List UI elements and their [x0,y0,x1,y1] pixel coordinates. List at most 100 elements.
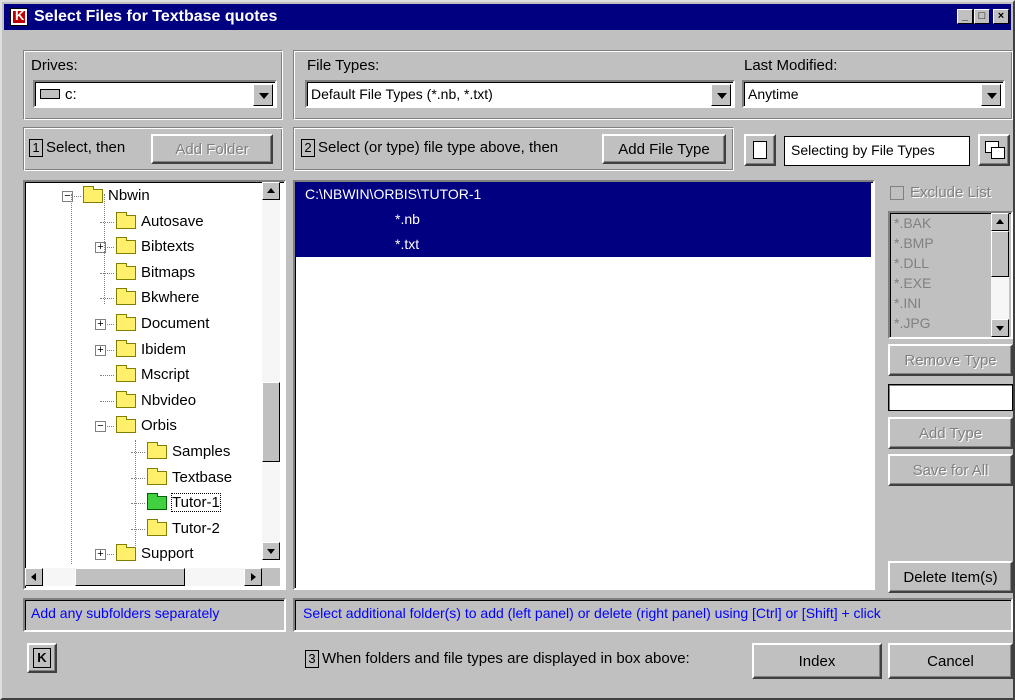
expand-icon[interactable]: + [95,549,106,561]
save-for-all-button[interactable]: Save for All [888,454,1013,486]
exclude-list-item[interactable]: *.BMP [894,235,934,251]
tree-item[interactable]: − Nbwin [25,184,261,208]
exclude-list-item[interactable]: *.JPG [894,315,931,331]
tree-scroll-down[interactable] [262,542,280,560]
tree-item[interactable]: + Support [25,542,261,566]
title-bar[interactable]: Select Files for Textbase quotes _ □ × [4,4,1011,30]
tree-item-label: Ibidem [141,340,187,358]
folder-icon [83,186,103,203]
selection-list[interactable]: C:\NBWIN\ORBIS\TUTOR-1 *.nb *.txt [293,180,875,590]
exclude-vscroll-thumb[interactable] [991,231,1009,277]
drive-icon [40,89,60,99]
add-type-button[interactable]: Add Type [888,417,1013,449]
tree-item-label: Nbwin [108,187,150,204]
exclude-list-checkbox[interactable]: Exclude List [888,184,1013,206]
folder-tree[interactable]: − Nbwin Autosave + Bibtexts Bitmaps Bkwhere + Do… [23,180,286,590]
folder-icon [116,390,136,408]
tree-item[interactable]: Bitmaps [25,261,261,285]
tree-item-label: Document [141,315,210,332]
new-selection-button[interactable] [744,134,776,166]
minimize-button[interactable]: _ [957,9,973,24]
index-button[interactable]: Index [752,643,882,679]
add-file-type-button[interactable]: Add File Type [602,134,726,164]
tree-vscroll-track[interactable] [262,200,280,542]
tree-scroll-right[interactable] [244,568,262,586]
app-k-icon: K [33,648,51,668]
tree-item[interactable]: + Bibtexts [25,235,261,259]
tree-item[interactable]: + Document [25,312,261,336]
exclude-list-item[interactable]: *.EXE [894,275,931,291]
new-page-icon [753,141,767,159]
exclude-list[interactable]: *.BAK *.BMP *.DLL *.EXE *.INI *.JPG [888,211,1013,339]
delete-items-button[interactable]: Delete Item(s) [888,561,1013,593]
folder-icon [147,518,167,536]
tree-item-label: Bitmaps [141,263,196,281]
tree-item[interactable]: Mscript [25,363,261,387]
tree-item[interactable]: Tutor-2 [25,517,261,541]
tree-item-label: Nbvideo [141,391,197,409]
drives-combo[interactable]: c: [33,80,277,108]
tree-vscroll-thumb[interactable] [262,382,280,462]
step2-instruction: 2 Select (or type) file type above, then [301,139,558,157]
last-modified-combo[interactable]: Anytime [742,80,1005,108]
tree-item[interactable]: Textbase [25,466,261,490]
last-modified-dropdown-arrow[interactable] [981,84,1001,106]
exclude-scroll-up[interactable] [991,213,1009,231]
drives-value: c: [65,86,77,103]
selecting-mode-display: Selecting by File Types [784,136,970,166]
file-types-combo[interactable]: Default File Types (*.nb, *.txt) [305,80,735,108]
tree-item-label: Bkwhere [141,289,200,307]
tree-item-label: Tutor-2 [172,519,220,537]
tree-item-label: Autosave [141,212,204,230]
tree-item[interactable]: Tutor-1 [25,491,261,515]
exclude-list-item[interactable]: *.BAK [894,215,931,231]
step3-text: When folders and file types are displaye… [322,650,690,667]
exclude-vscroll-track[interactable] [991,277,1009,319]
collapse-icon[interactable]: − [95,421,106,433]
file-types-dropdown-arrow[interactable] [711,84,731,106]
app-icon[interactable] [10,8,28,26]
tree-item[interactable]: Samples [25,440,261,464]
remove-type-button[interactable]: Remove Type [888,344,1013,376]
cancel-button[interactable]: Cancel [888,643,1013,679]
tree-item[interactable]: Autosave [25,210,261,234]
tree-hscroll-thumb[interactable] [75,568,185,586]
close-button[interactable]: × [993,9,1009,24]
tree-item[interactable]: Bkwhere [25,286,261,310]
step2-number: 2 [301,139,315,157]
folder-icon [116,237,136,255]
toggle-mode-button[interactable] [978,134,1010,166]
exclude-list-item[interactable]: *.INI [894,295,921,311]
selected-folder-path[interactable]: C:\NBWIN\ORBIS\TUTOR-1 [295,182,871,207]
folder-icon [116,262,136,280]
last-modified-label: Last Modified: [744,57,838,74]
tree-item[interactable]: + Ibidem [25,338,261,362]
tree-item-label: Orbis [141,417,177,435]
type-input[interactable] [888,384,1013,411]
folder-icon [147,467,167,485]
tree-scroll-up[interactable] [262,182,280,200]
folder-icon [147,493,167,511]
drives-dropdown-arrow[interactable] [253,84,273,106]
exclude-scroll-down[interactable] [991,319,1009,337]
folder-icon [116,211,136,229]
tree-item[interactable]: Nbvideo [25,389,261,413]
maximize-button[interactable]: □ [974,9,990,24]
exclude-list-item[interactable]: *.DLL [894,255,929,271]
help-button[interactable]: K [27,643,57,673]
expand-icon[interactable]: + [95,344,106,356]
exclude-checkbox-box[interactable] [890,186,904,200]
selected-file-type[interactable]: *.nb [295,207,871,232]
drives-label: Drives: [31,57,78,74]
expand-icon[interactable]: + [95,319,106,330]
selected-file-type[interactable]: *.txt [295,232,871,257]
tree-scroll-left[interactable] [25,568,43,586]
folder-icon [116,339,136,357]
folder-icon [116,288,136,306]
add-folder-button[interactable]: Add Folder [151,134,273,164]
folder-icon [116,416,136,434]
step2-text: Select (or type) file type above, then [318,139,559,156]
tree-item[interactable]: − Orbis [25,414,261,438]
folder-icon [116,365,136,383]
window-title: Select Files for Textbase quotes [34,8,278,25]
